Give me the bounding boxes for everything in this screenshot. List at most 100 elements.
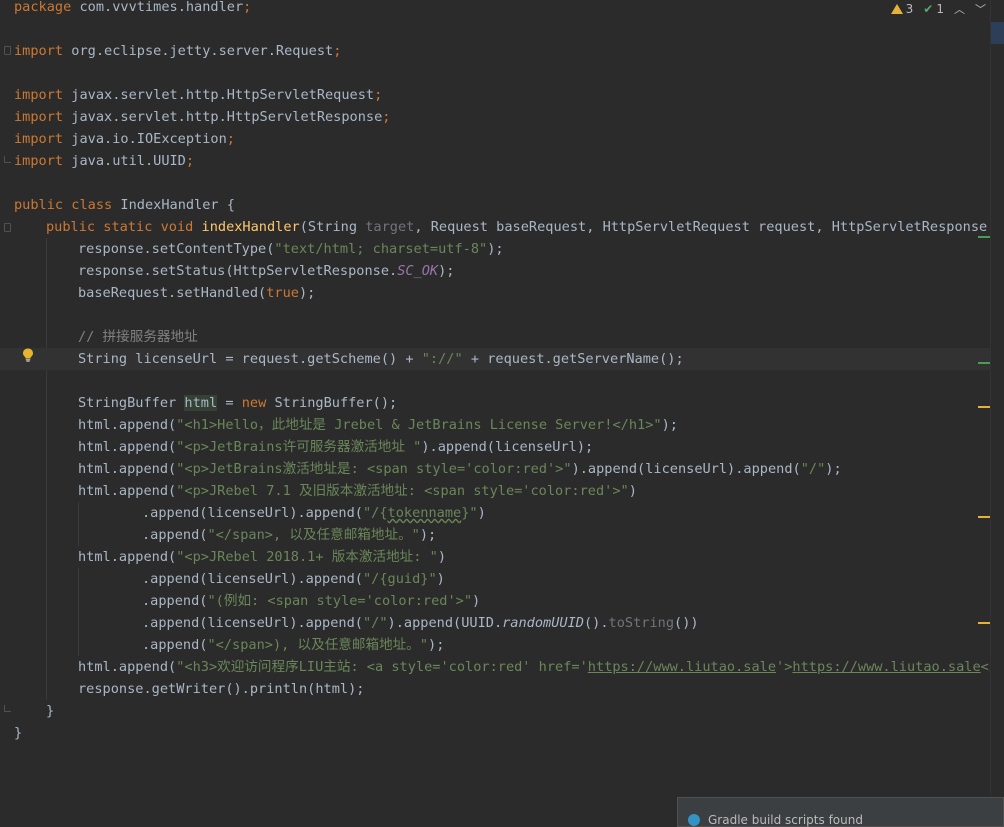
code-text: response.getWriter().println(html); <box>78 681 365 697</box>
code-line-import-3[interactable]: import javax.servlet.http.HttpServletRes… <box>0 106 991 128</box>
warnings-count: 3 <box>905 2 914 16</box>
params: , Request baseRequest, HttpServletReques… <box>414 219 991 235</box>
keyword: class <box>63 197 113 213</box>
fold-icon[interactable] <box>4 46 11 55</box>
code-line-current[interactable]: String licenseUrl = request.getScheme() … <box>0 348 991 370</box>
code-line-import-2[interactable]: import javax.servlet.http.HttpServletReq… <box>0 84 991 106</box>
code-text: (). <box>583 615 609 631</box>
fold-end-icon[interactable] <box>4 156 11 163</box>
code-line-close-class[interactable]: } <box>0 722 991 744</box>
code-line[interactable]: .append(licenseUrl).append("/{guid}") <box>0 568 991 590</box>
string-literal: "(例如: <span style='color:red'>" <box>207 593 473 609</box>
fold-end-icon[interactable] <box>4 705 11 712</box>
code-text: StringBuffer <box>78 395 185 411</box>
code-line-import-1[interactable]: import org.eclipse.jetty.server.Request; <box>0 40 991 62</box>
code-line[interactable]: .append("</span>, 以及任意邮箱地址。"); <box>0 524 991 546</box>
code-editor[interactable]: package com.vvvtimes.handler; import org… <box>0 0 991 814</box>
warning-icon <box>890 4 903 14</box>
weak-warnings-indicator[interactable]: ✔ 1 <box>923 2 944 16</box>
code-line[interactable]: html.append("<p>JRebel 2018.1+ 版本激活地址: "… <box>0 546 991 568</box>
marker-warning[interactable] <box>978 406 990 408</box>
semicolon: ; <box>185 153 195 169</box>
string-literal: "<p>JetBrains许可服务器激活地址 " <box>176 439 422 455</box>
marker-green[interactable] <box>978 362 990 364</box>
code-text: ) <box>472 593 481 609</box>
warnings-indicator[interactable]: 3 <box>890 2 914 16</box>
code-text: .append(licenseUrl).append( <box>142 505 363 521</box>
code-text: ) <box>436 571 445 587</box>
brace: } <box>14 725 23 741</box>
code-line-import-4[interactable]: import java.io.IOException; <box>0 128 991 150</box>
fold-icon[interactable] <box>4 223 11 232</box>
code-text: html.append( <box>78 483 177 499</box>
code-line-comment[interactable]: // 拼接服务器地址 <box>0 326 991 348</box>
code-text: response.setStatus(HttpServletResponse. <box>78 263 398 279</box>
code-line[interactable]: html.append("<h3>欢迎访问程序LIU主站: <a style='… <box>0 656 991 678</box>
code-line[interactable]: .append(licenseUrl).append("/{tokenname}… <box>0 502 991 524</box>
info-icon <box>688 814 700 826</box>
code-text: ) <box>437 549 447 565</box>
keyword: public <box>14 197 64 213</box>
weak-warnings-count: 1 <box>936 2 944 16</box>
code-line[interactable]: html.append("<p>JetBrains许可服务器激活地址 ").ap… <box>0 436 991 458</box>
import-path: java.io.IOException <box>63 131 227 147</box>
url-link[interactable]: https://www.liutao.sale <box>588 659 776 675</box>
code-text: html.append( <box>78 659 177 675</box>
code-line[interactable]: .append(licenseUrl).append("/").append(U… <box>0 612 991 634</box>
string-literal: "/" <box>362 615 388 631</box>
url-link[interactable]: https://www.liutao.sale <box>792 659 980 675</box>
scroll-thumb[interactable] <box>991 22 1004 44</box>
highlighted-variable: html <box>184 395 218 411</box>
import-path: javax.servlet.http.HttpServletRequest <box>63 87 375 103</box>
string-literal: "text/html; charset=utf-8" <box>274 241 488 257</box>
method-name: indexHandler <box>201 219 300 235</box>
string-literal: "<h3>欢迎访问程序LIU主站: <a style='color:red' h… <box>176 659 588 675</box>
class-name: IndexHandler { <box>112 197 235 213</box>
code-text: ); <box>419 527 437 543</box>
string-literal: "://" <box>421 351 463 367</box>
string-literal: "<p>JRebel 7.1 及旧版本激活地址: <span style='co… <box>176 483 629 499</box>
keyword: public static void <box>46 219 194 235</box>
code-line[interactable]: html.append("<p>JRebel 7.1 及旧版本激活地址: <sp… <box>0 480 991 502</box>
semicolon: ; <box>226 131 235 147</box>
code-line-import-5[interactable]: import java.util.UUID; <box>0 150 991 172</box>
code-line-class[interactable]: public class IndexHandler { <box>0 194 991 216</box>
string-literal: "</span>, 以及任意邮箱地址。" <box>207 527 420 543</box>
vertical-scrollbar[interactable] <box>990 0 1004 814</box>
code-line[interactable]: response.getWriter().println(html); <box>0 678 991 700</box>
inspection-widget[interactable]: 3 ✔ 1 ︿ ﹀ <box>884 0 986 18</box>
code-line-method[interactable]: public static void indexHandler(String t… <box>0 216 991 238</box>
code-line-1[interactable]: package com.vvvtimes.handler; <box>0 0 991 18</box>
marker-green[interactable] <box>978 236 990 238</box>
code-text: response.setContentType( <box>78 241 275 257</box>
code-text: .append( <box>142 527 208 543</box>
notification-text: Gradle build scripts found <box>708 813 863 827</box>
code-line[interactable]: baseRequest.setHandled(true); <box>0 282 991 304</box>
code-text: + request.getServerName(); <box>462 351 684 367</box>
keyword: package <box>14 0 72 15</box>
code-text: ()) <box>674 615 699 631</box>
code-line[interactable]: .append("(例如: <span style='color:red'>") <box>0 590 991 612</box>
code-line[interactable]: html.append("<h1>Hello，此地址是 Jrebel & Jet… <box>0 414 991 436</box>
string-literal: "/{ <box>362 505 388 521</box>
code-line[interactable]: .append("</span>), 以及任意邮箱地址。"); <box>0 634 991 656</box>
code-line[interactable]: StringBuffer html = new StringBuffer(); <box>0 392 991 414</box>
code-line[interactable]: response.setContentType("text/html; char… <box>0 238 991 260</box>
chevron-down-icon[interactable]: ﹀ <box>975 1 986 17</box>
code-line-close-method[interactable]: } <box>0 700 991 722</box>
brace: } <box>46 703 55 719</box>
notification-toast[interactable]: Gradle build scripts found <box>677 797 1004 827</box>
chevron-up-icon[interactable]: ︿ <box>954 1 965 17</box>
code-text: .append(licenseUrl).append( <box>142 615 363 631</box>
semicolon: ; <box>333 43 342 59</box>
string-literal: }" <box>461 505 478 521</box>
lightbulb-icon[interactable] <box>22 348 34 362</box>
code-line[interactable]: response.setStatus(HttpServletResponse.S… <box>0 260 991 282</box>
import-path: org.eclipse.jetty.server.Request <box>63 43 334 59</box>
code-line[interactable]: html.append("<p>JetBrains激活地址是: <span st… <box>0 458 991 480</box>
marker-warning[interactable] <box>978 622 990 624</box>
string-literal: "/" <box>800 461 826 477</box>
marker-warning[interactable] <box>978 516 990 518</box>
static-field: SC_OK <box>397 263 439 279</box>
code-text: ).append(licenseUrl); <box>421 439 594 455</box>
